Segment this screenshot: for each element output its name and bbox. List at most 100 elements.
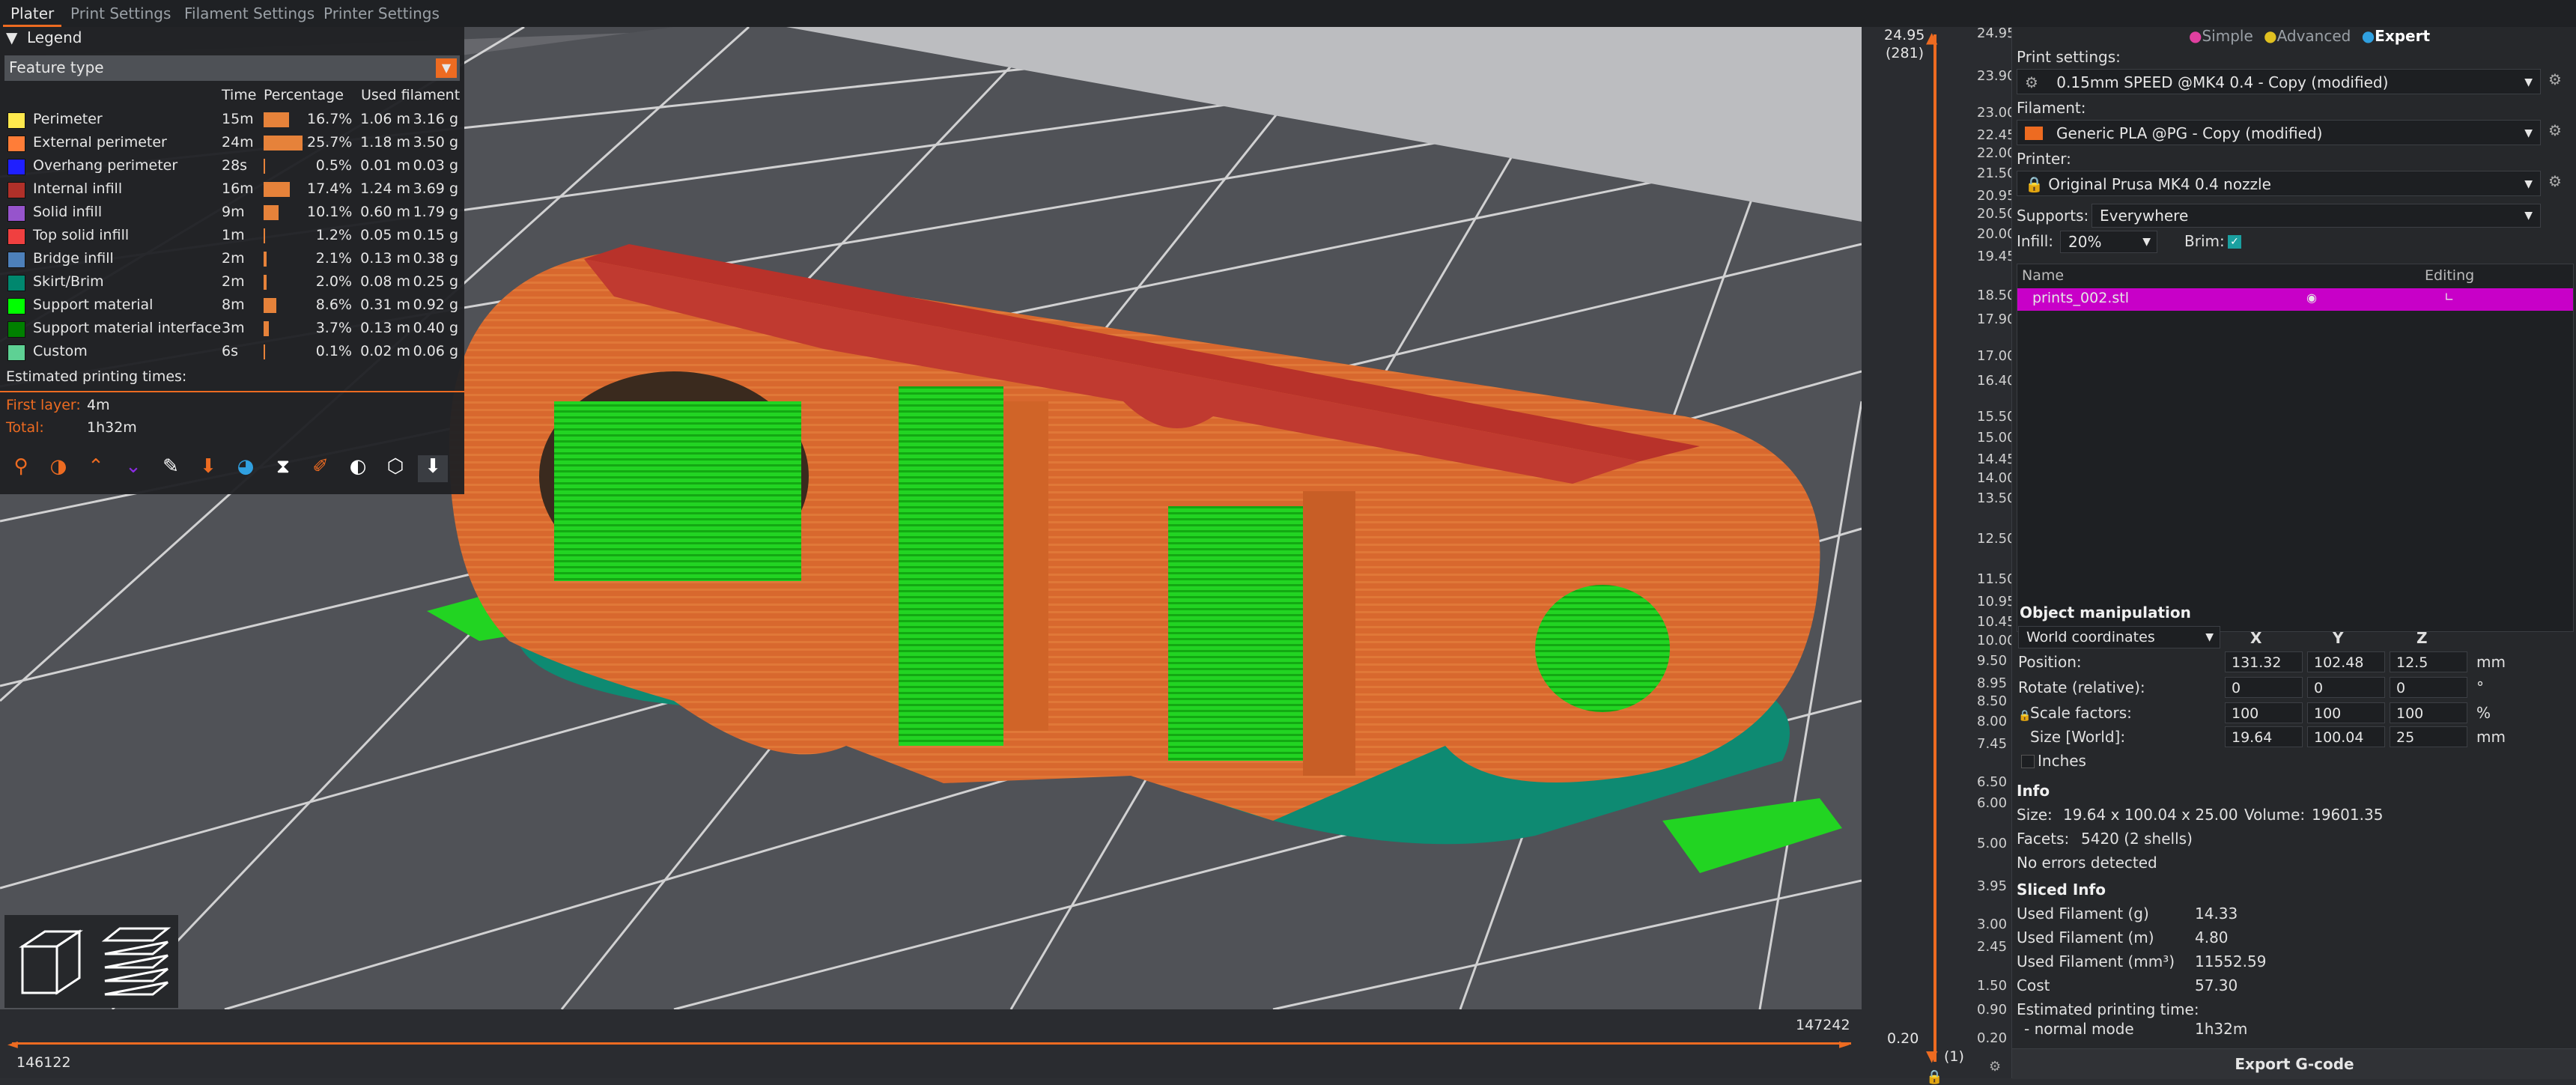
3d-view-icon[interactable] <box>7 918 91 1002</box>
settings-cog-icon[interactable]: ⚙ <box>1989 1059 2001 1075</box>
rotate-y-field[interactable]: 0 <box>2307 677 2385 698</box>
tool-changes-icon[interactable]: ⬇ <box>193 455 223 482</box>
position-y-field[interactable]: 102.48 <box>2307 651 2385 672</box>
scale-lock-icon[interactable]: 🔒 <box>2018 710 2031 722</box>
legend-used-g: 0.15 g <box>413 227 458 243</box>
position-z-field[interactable]: 12.5 <box>2390 651 2467 672</box>
legend-collapse-icon[interactable]: ▼ <box>6 28 17 46</box>
vslider-tick-label: 22.00 <box>1977 145 2016 161</box>
filament-edit-icon[interactable]: ⚙ <box>2548 121 2562 139</box>
center-of-gravity-icon[interactable]: ◐ <box>343 455 373 482</box>
size-x-field[interactable]: 19.64 <box>2225 726 2303 747</box>
vslider-bottom-handle[interactable]: ▼ <box>1926 1047 1937 1065</box>
tool-marker-icon[interactable]: ⬇ <box>418 455 448 482</box>
infill-label: Infill: <box>2017 232 2054 250</box>
edit-icon[interactable]: ∟ <box>2444 290 2454 304</box>
deretractions-icon[interactable]: ⌄ <box>118 455 148 482</box>
legend-used-g: 0.06 g <box>413 343 458 359</box>
size-unit: mm <box>2476 728 2506 746</box>
legend-row[interactable]: Bridge infill 2m 2.1% 0.13 m 0.38 g <box>0 247 464 270</box>
size-y-field[interactable]: 100.04 <box>2307 726 2385 747</box>
vslider-tick-label: 24.95 <box>1977 25 2016 41</box>
vslider-track[interactable] <box>1933 34 1936 1062</box>
printer-combo[interactable]: 🔒 Original Prusa MK4 0.4 nozzle ▼ <box>2017 171 2541 196</box>
retractions-icon[interactable]: ⌃ <box>81 455 111 482</box>
print-settings-combo[interactable]: ⚙ 0.15mm SPEED @MK4 0.4 - Copy (modified… <box>2017 69 2541 94</box>
inches-checkbox[interactable] <box>2021 755 2035 768</box>
print-settings-edit-icon[interactable]: ⚙ <box>2548 70 2562 88</box>
legend-feature-name: External perimeter <box>33 134 167 151</box>
tab-plater[interactable]: Plater <box>3 0 62 27</box>
mode-advanced[interactable]: Advanced <box>2277 27 2351 45</box>
object-list-col-name: Name <box>2022 267 2065 284</box>
tab-printer-settings[interactable]: Printer Settings <box>316 0 447 27</box>
wipe-icon[interactable]: ◑ <box>43 455 73 482</box>
filament-combo[interactable]: Generic PLA @PG - Copy (modified) ▼ <box>2017 120 2541 145</box>
hslider-left-handle[interactable]: ◄ <box>7 1036 18 1052</box>
horizontal-move-slider[interactable]: ◄ ► 146122 147242 <box>0 1009 1862 1078</box>
vslider-tick-label: 15.00 <box>1977 429 2016 446</box>
scale-z-field[interactable]: 100 <box>2390 702 2467 723</box>
legend-row[interactable]: Support material interface 3m 3.7% 0.13 m 0.… <box>0 317 464 340</box>
list-item[interactable]: prints_002.stl ◉ ∟ <box>2017 288 2573 311</box>
legend-row[interactable]: Custom 6s 0.1% 0.02 m 0.06 g <box>0 340 464 363</box>
print-settings-value: 0.15mm SPEED @MK4 0.4 - Copy (modified) <box>2056 73 2389 91</box>
legend-row[interactable]: Perimeter 15m 16.7% 1.06 m 3.16 g <box>0 108 464 131</box>
legend-time: 16m <box>222 180 254 197</box>
layers-view-icon[interactable] <box>93 918 177 1002</box>
chevron-down-icon[interactable]: ▼ <box>436 58 457 78</box>
legend-row[interactable]: External perimeter 24m 25.7% 1.18 m 3.50 g <box>0 131 464 154</box>
legend-row[interactable]: Support material 8m 8.6% 0.31 m 0.92 g <box>0 294 464 317</box>
legend-row[interactable]: Internal infill 16m 17.4% 1.24 m 3.69 g <box>0 177 464 201</box>
hslider-right-handle[interactable]: ► <box>1839 1036 1850 1052</box>
position-x-field[interactable]: 131.32 <box>2225 651 2303 672</box>
legend-percentage-bar <box>264 182 291 197</box>
axis-y-label: Y <box>2333 629 2344 647</box>
legend-used-g: 3.16 g <box>413 111 458 127</box>
chevron-down-icon: ▼ <box>2524 76 2533 88</box>
first-layer-value: 4m <box>87 397 110 413</box>
rotate-z-field[interactable]: 0 <box>2390 677 2467 698</box>
color-changes-icon[interactable]: ◕ <box>231 455 261 482</box>
size-z-field[interactable]: 25 <box>2390 726 2467 747</box>
divider <box>0 391 464 392</box>
visibility-eye-icon[interactable]: ◉ <box>2306 291 2317 305</box>
legend-row[interactable]: Top solid infill 1m 1.2% 0.05 m 0.15 g <box>0 224 464 247</box>
scale-y-field[interactable]: 100 <box>2307 702 2385 723</box>
legend-used-g: 0.03 g <box>413 157 458 174</box>
tab-print-settings[interactable]: Print Settings <box>63 0 178 27</box>
legend-row[interactable]: Solid infill 9m 10.1% 0.60 m 1.79 g <box>0 201 464 224</box>
legend-used-g: 1.79 g <box>413 204 458 220</box>
view-type-combo[interactable]: Feature type ▼ <box>4 55 460 81</box>
printer-edit-icon[interactable]: ⚙ <box>2548 172 2562 190</box>
legend-feature-name: Perimeter <box>33 111 103 127</box>
hslider-track[interactable] <box>12 1042 1851 1045</box>
scale-x-field[interactable]: 100 <box>2225 702 2303 723</box>
travel-icon[interactable]: ⚲ <box>6 455 36 482</box>
supports-value: Everywhere <box>2100 207 2189 225</box>
legend-row[interactable]: Skirt/Brim 2m 2.0% 0.08 m 0.25 g <box>0 270 464 294</box>
rotate-label: Rotate (relative): <box>2018 678 2145 696</box>
brim-checkbox[interactable]: ✓ <box>2228 235 2241 249</box>
export-gcode-button[interactable]: Export G-code <box>2012 1048 2576 1079</box>
shells-icon[interactable]: ⬡ <box>380 455 410 482</box>
legend-percentage-bar <box>264 112 289 127</box>
pause-icon[interactable]: ⧗ <box>268 455 298 482</box>
legend-used-g: 3.50 g <box>413 134 458 151</box>
legend-color-swatch <box>7 298 25 314</box>
supports-combo[interactable]: Everywhere ▼ <box>2092 204 2541 228</box>
infill-combo[interactable]: 20% ▼ <box>2060 231 2157 253</box>
lock-icon[interactable]: 🔒 <box>1926 1069 1942 1085</box>
seams-icon[interactable]: ✎ <box>156 455 186 482</box>
coordinates-combo[interactable]: World coordinates ▼ <box>2018 626 2220 648</box>
vslider-top-handle[interactable]: ▲ <box>1926 28 1937 46</box>
legend-time: 9m <box>222 204 245 220</box>
legend-percentage: 10.1% <box>307 204 353 220</box>
legend-row[interactable]: Overhang perimeter 28s 0.5% 0.01 m 0.03 g <box>0 154 464 177</box>
tab-filament-settings[interactable]: Filament Settings <box>177 0 322 27</box>
custom-gcode-icon[interactable]: ✐ <box>306 455 335 482</box>
legend-color-swatch <box>7 344 25 361</box>
mode-expert[interactable]: Expert <box>2375 27 2430 45</box>
rotate-x-field[interactable]: 0 <box>2225 677 2303 698</box>
mode-simple[interactable]: Simple <box>2202 27 2253 45</box>
